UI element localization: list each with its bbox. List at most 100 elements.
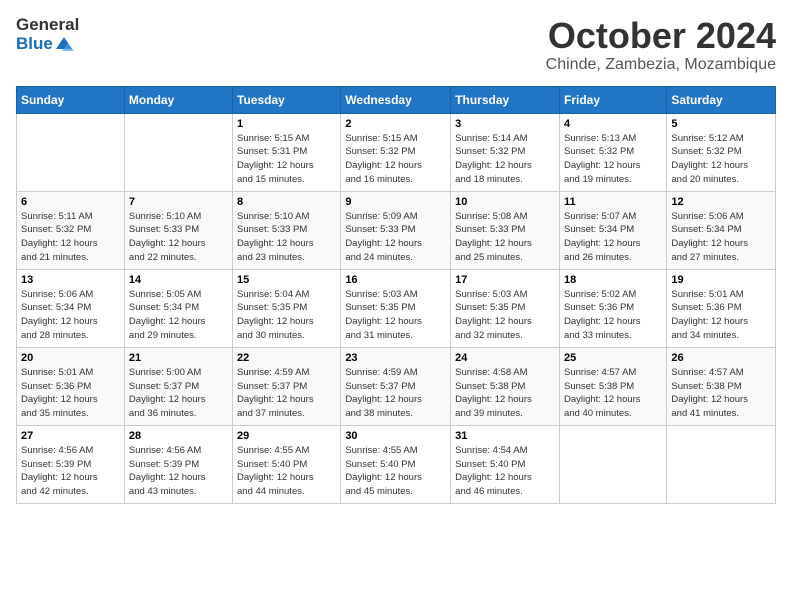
- day-cell: 24 Sunrise: 4:58 AMSunset: 5:38 PMDayligh…: [451, 347, 560, 425]
- day-number: 20: [21, 352, 120, 364]
- day-number: 5: [671, 118, 771, 130]
- day-number: 7: [129, 196, 228, 208]
- day-detail: Sunrise: 4:59 AMSunset: 5:37 PMDaylight:…: [345, 366, 446, 421]
- day-cell: 8Sunrise: 5:10 AMSunset: 5:33 PMDaylight…: [233, 191, 341, 269]
- header-row: SundayMondayTuesdayWednesdayThursdayFrid…: [17, 86, 776, 113]
- day-cell: 3 Sunrise: 5:14 AMSunset: 5:32 PMDaylight…: [451, 113, 560, 191]
- calendar-header: SundayMondayTuesdayWednesdayThursdayFrid…: [17, 86, 776, 113]
- day-cell: 15 Sunrise: 5:04 AMSunset: 5:35 PMDayligh…: [233, 269, 341, 347]
- day-cell: 26Sunrise: 4:57 AMSunset: 5:38 PMDayligh…: [667, 347, 776, 425]
- day-detail: Sunrise: 4:59 AMSunset: 5:37 PMDaylight:…: [237, 366, 336, 421]
- day-detail: Sunrise: 4:56 AMSunset: 5:39 PMDaylight:…: [129, 444, 228, 499]
- day-cell: 2 Sunrise: 5:15 AMSunset: 5:32 PMDaylight…: [341, 113, 451, 191]
- header-cell-sunday: Sunday: [17, 86, 125, 113]
- day-detail: Sunrise: 4:58 AMSunset: 5:38 PMDaylight:…: [455, 366, 555, 421]
- day-cell: 27 Sunrise: 4:56 AMSunset: 5:39 PMDayligh…: [17, 425, 125, 503]
- day-detail: Sunrise: 5:15 AMSunset: 5:31 PMDaylight:…: [237, 132, 336, 187]
- day-cell: 13Sunrise: 5:06 AMSunset: 5:34 PMDayligh…: [17, 269, 125, 347]
- day-cell: 29Sunrise: 4:55 AMSunset: 5:40 PMDayligh…: [233, 425, 341, 503]
- week-row-4: 20 Sunrise: 5:01 AMSunset: 5:36 PMDayligh…: [17, 347, 776, 425]
- day-number: 13: [21, 274, 120, 286]
- day-number: 15: [237, 274, 336, 286]
- header-cell-friday: Friday: [559, 86, 666, 113]
- day-detail: Sunrise: 5:03 AMSunset: 5:35 PMDaylight:…: [345, 288, 446, 343]
- day-detail: Sunrise: 5:00 AMSunset: 5:37 PMDaylight:…: [129, 366, 228, 421]
- day-detail: Sunrise: 5:12 AMSunset: 5:32 PMDaylight:…: [671, 132, 771, 187]
- day-cell: 19 Sunrise: 5:01 AMSunset: 5:36 PMDayligh…: [667, 269, 776, 347]
- day-detail: Sunrise: 5:15 AMSunset: 5:32 PMDaylight:…: [345, 132, 446, 187]
- day-number: 2: [345, 118, 446, 130]
- day-number: 8: [237, 196, 336, 208]
- week-row-5: 27 Sunrise: 4:56 AMSunset: 5:39 PMDayligh…: [17, 425, 776, 503]
- day-cell: 7 Sunrise: 5:10 AMSunset: 5:33 PMDaylight…: [124, 191, 232, 269]
- title-block: October 2024 Chinde, Zambezia, Mozambiqu…: [546, 16, 776, 74]
- day-detail: Sunrise: 5:13 AMSunset: 5:32 PMDaylight:…: [564, 132, 662, 187]
- day-cell: 20 Sunrise: 5:01 AMSunset: 5:36 PMDayligh…: [17, 347, 125, 425]
- day-cell: 9Sunrise: 5:09 AMSunset: 5:33 PMDaylight…: [341, 191, 451, 269]
- day-number: 1: [237, 118, 336, 130]
- header-cell-thursday: Thursday: [451, 86, 560, 113]
- day-number: 23: [345, 352, 446, 364]
- day-cell: 12Sunrise: 5:06 AMSunset: 5:34 PMDayligh…: [667, 191, 776, 269]
- day-cell: 22 Sunrise: 4:59 AMSunset: 5:37 PMDayligh…: [233, 347, 341, 425]
- logo-general: General: [16, 16, 79, 35]
- day-number: 31: [455, 430, 555, 442]
- day-cell: 21 Sunrise: 5:00 AMSunset: 5:37 PMDayligh…: [124, 347, 232, 425]
- day-cell: [124, 113, 232, 191]
- day-detail: Sunrise: 5:11 AMSunset: 5:32 PMDaylight:…: [21, 210, 120, 265]
- logo-blue: Blue: [16, 35, 53, 54]
- day-number: 12: [671, 196, 771, 208]
- day-cell: 11 Sunrise: 5:07 AMSunset: 5:34 PMDayligh…: [559, 191, 666, 269]
- header-cell-saturday: Saturday: [667, 86, 776, 113]
- day-number: 27: [21, 430, 120, 442]
- day-cell: 28Sunrise: 4:56 AMSunset: 5:39 PMDayligh…: [124, 425, 232, 503]
- day-cell: [559, 425, 666, 503]
- day-number: 6: [21, 196, 120, 208]
- day-cell: 16 Sunrise: 5:03 AMSunset: 5:35 PMDayligh…: [341, 269, 451, 347]
- day-number: 11: [564, 196, 662, 208]
- day-number: 4: [564, 118, 662, 130]
- day-number: 17: [455, 274, 555, 286]
- day-detail: Sunrise: 5:03 AMSunset: 5:35 PMDaylight:…: [455, 288, 555, 343]
- day-detail: Sunrise: 5:14 AMSunset: 5:32 PMDaylight:…: [455, 132, 555, 187]
- day-number: 3: [455, 118, 555, 130]
- day-number: 21: [129, 352, 228, 364]
- day-number: 16: [345, 274, 446, 286]
- page-header: General Blue October 2024 Chinde, Zambez…: [16, 16, 776, 74]
- calendar-table: SundayMondayTuesdayWednesdayThursdayFrid…: [16, 86, 776, 504]
- day-cell: 10 Sunrise: 5:08 AMSunset: 5:33 PMDayligh…: [451, 191, 560, 269]
- day-cell: 31 Sunrise: 4:54 AMSunset: 5:40 PMDayligh…: [451, 425, 560, 503]
- day-number: 22: [237, 352, 336, 364]
- header-cell-wednesday: Wednesday: [341, 86, 451, 113]
- logo: General Blue: [16, 16, 79, 55]
- day-number: 26: [671, 352, 771, 364]
- day-detail: Sunrise: 5:09 AMSunset: 5:33 PMDaylight:…: [345, 210, 446, 265]
- day-detail: Sunrise: 5:10 AMSunset: 5:33 PMDaylight:…: [129, 210, 228, 265]
- day-number: 19: [671, 274, 771, 286]
- day-cell: [667, 425, 776, 503]
- week-row-2: 6 Sunrise: 5:11 AMSunset: 5:32 PMDaylight…: [17, 191, 776, 269]
- day-number: 18: [564, 274, 662, 286]
- day-detail: Sunrise: 5:07 AMSunset: 5:34 PMDaylight:…: [564, 210, 662, 265]
- day-detail: Sunrise: 5:04 AMSunset: 5:35 PMDaylight:…: [237, 288, 336, 343]
- day-cell: 1 Sunrise: 5:15 AMSunset: 5:31 PMDaylight…: [233, 113, 341, 191]
- day-detail: Sunrise: 5:05 AMSunset: 5:34 PMDaylight:…: [129, 288, 228, 343]
- day-number: 10: [455, 196, 555, 208]
- day-detail: Sunrise: 4:56 AMSunset: 5:39 PMDaylight:…: [21, 444, 120, 499]
- header-cell-tuesday: Tuesday: [233, 86, 341, 113]
- day-detail: Sunrise: 5:01 AMSunset: 5:36 PMDaylight:…: [21, 366, 120, 421]
- week-row-1: 1 Sunrise: 5:15 AMSunset: 5:31 PMDaylight…: [17, 113, 776, 191]
- location: Chinde, Zambezia, Mozambique: [546, 56, 776, 74]
- day-number: 24: [455, 352, 555, 364]
- day-number: 14: [129, 274, 228, 286]
- month-title: October 2024: [546, 16, 776, 56]
- day-cell: 25Sunrise: 4:57 AMSunset: 5:38 PMDayligh…: [559, 347, 666, 425]
- day-detail: Sunrise: 5:08 AMSunset: 5:33 PMDaylight:…: [455, 210, 555, 265]
- day-detail: Sunrise: 5:01 AMSunset: 5:36 PMDaylight:…: [671, 288, 771, 343]
- day-cell: 6 Sunrise: 5:11 AMSunset: 5:32 PMDaylight…: [17, 191, 125, 269]
- day-detail: Sunrise: 4:54 AMSunset: 5:40 PMDaylight:…: [455, 444, 555, 499]
- day-cell: 30Sunrise: 4:55 AMSunset: 5:40 PMDayligh…: [341, 425, 451, 503]
- day-cell: 4 Sunrise: 5:13 AMSunset: 5:32 PMDaylight…: [559, 113, 666, 191]
- day-number: 29: [237, 430, 336, 442]
- day-cell: 5 Sunrise: 5:12 AMSunset: 5:32 PMDaylight…: [667, 113, 776, 191]
